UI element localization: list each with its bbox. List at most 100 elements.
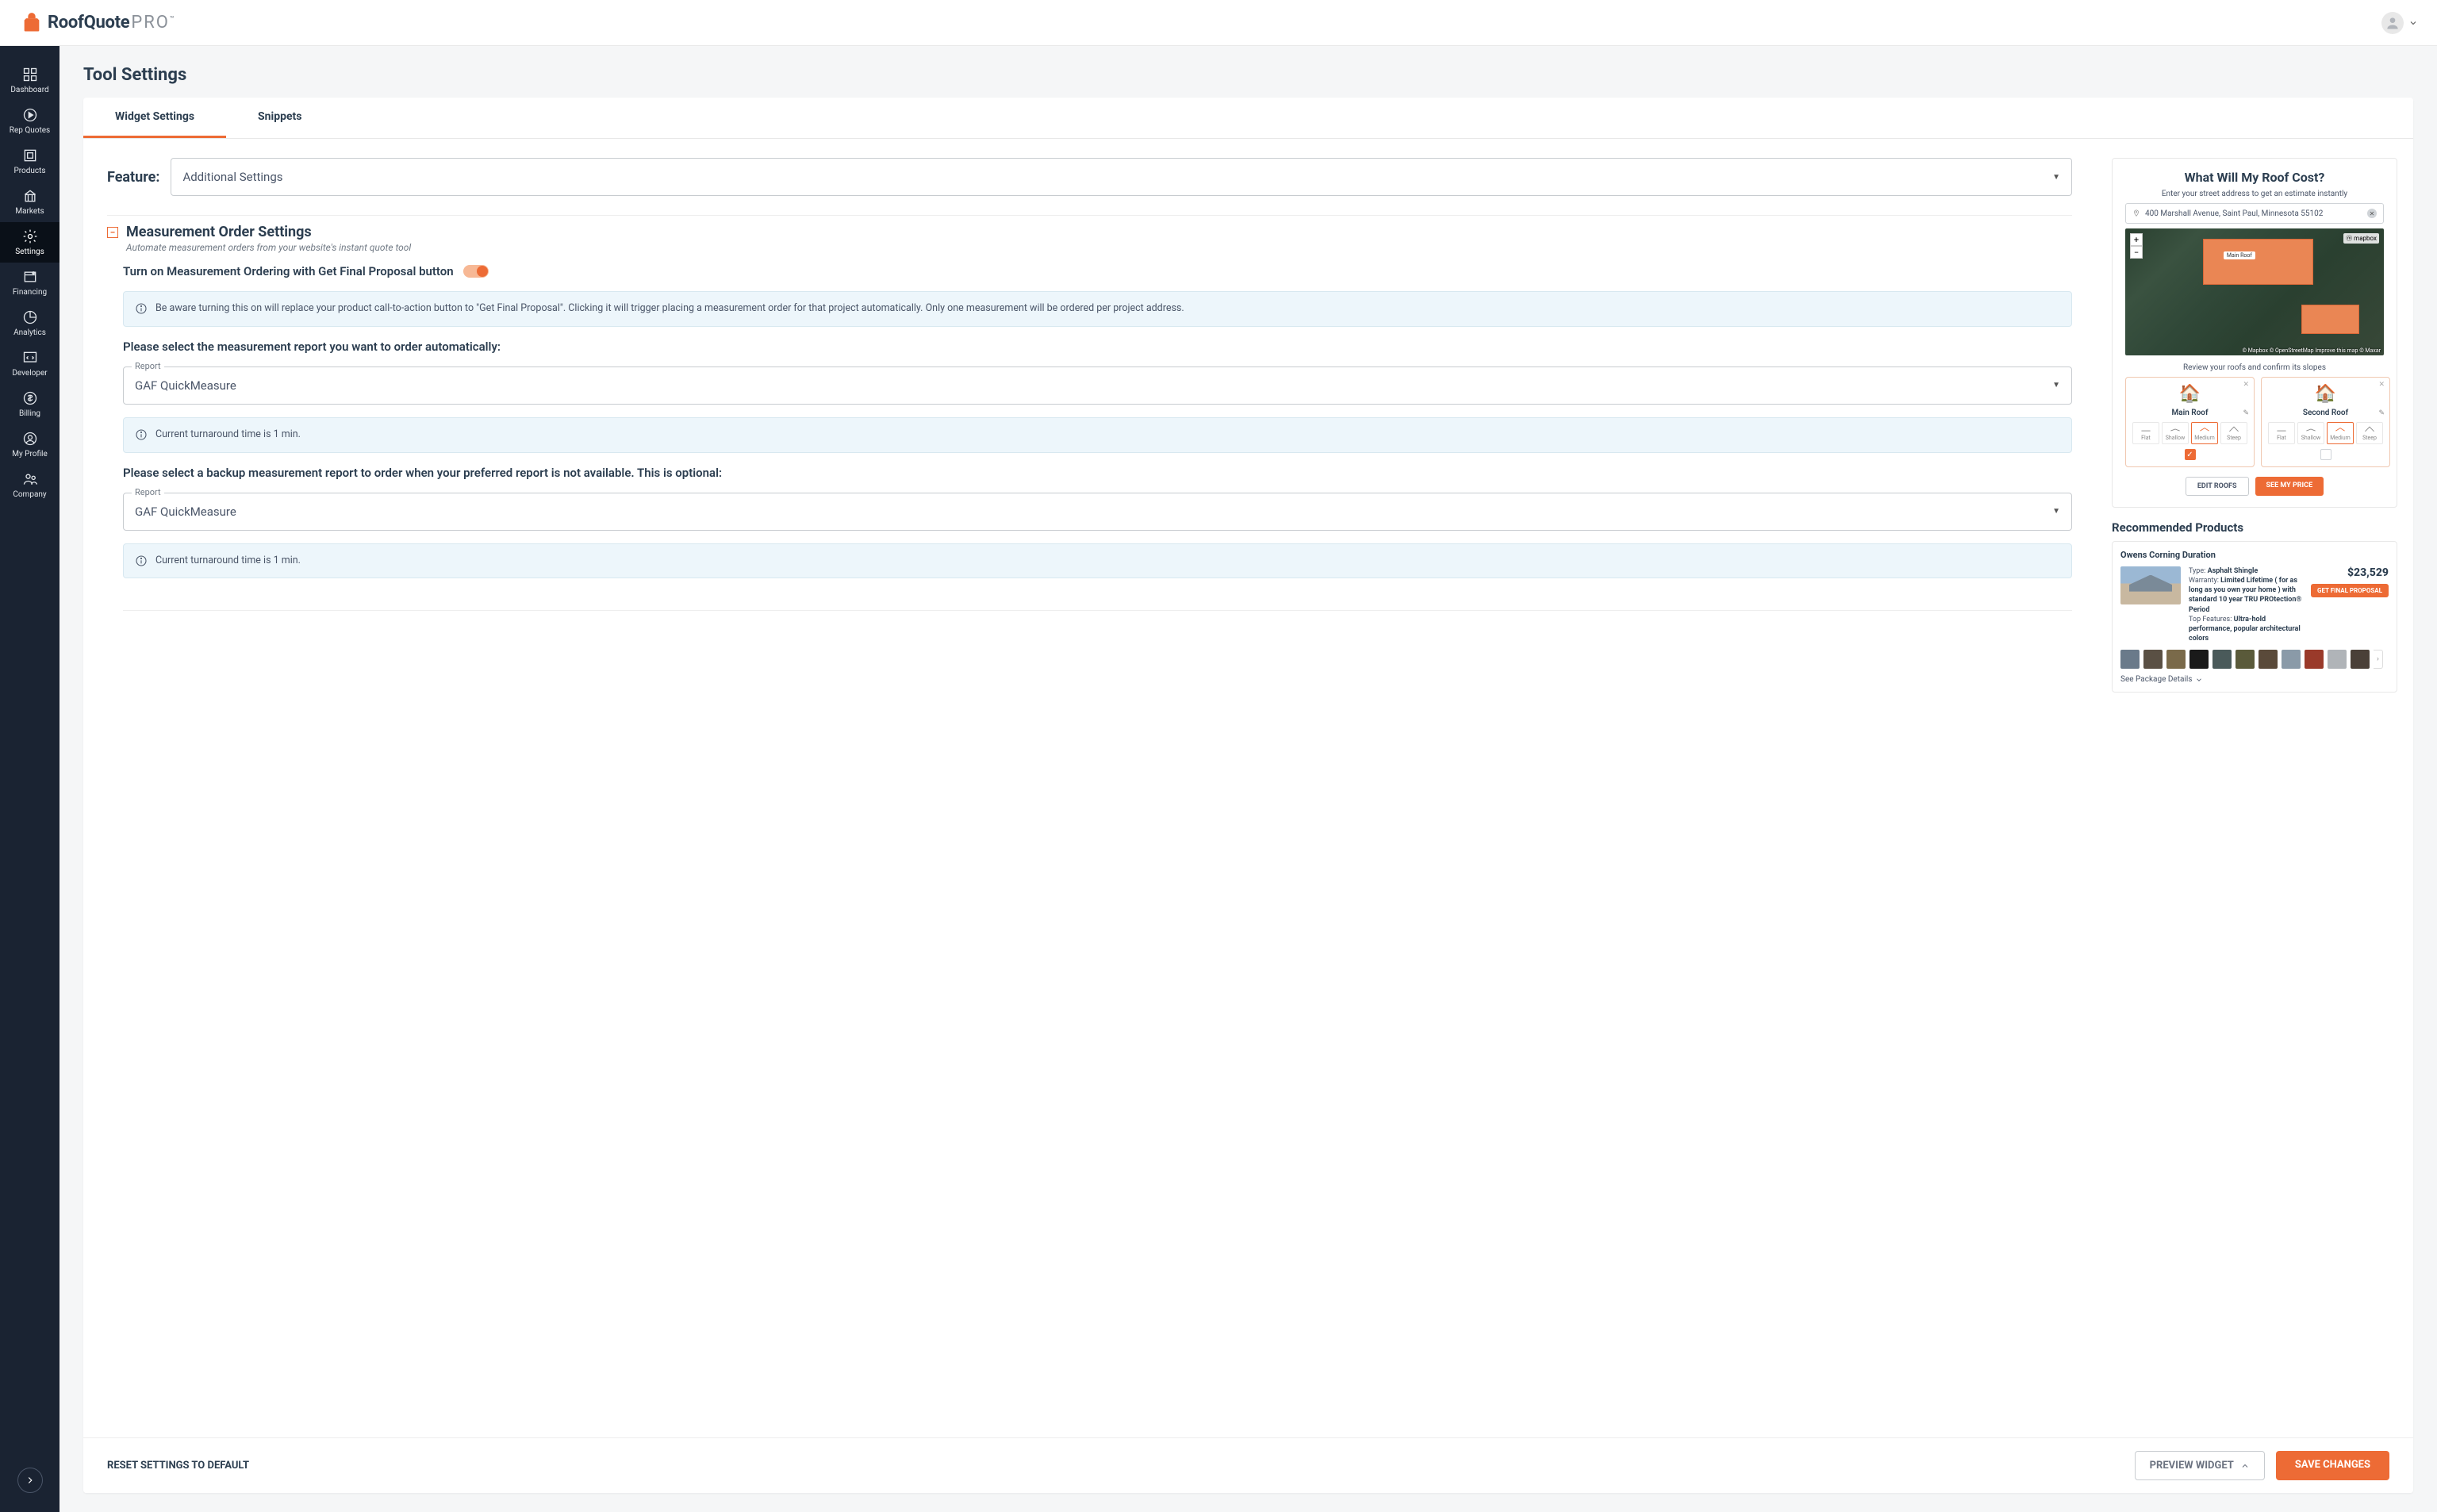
section-subtitle: Automate measurement orders from your we… (126, 242, 2072, 253)
feature-label: Feature: (107, 169, 159, 186)
backup-report-label: Please select a backup measurement repor… (123, 466, 2072, 480)
sidebar: Dashboard Rep Quotes Products Markets Se… (0, 46, 59, 1512)
sidebar-item-products[interactable]: Products (0, 141, 59, 182)
product-image (2120, 566, 2181, 604)
sidebar-item-company[interactable]: Company (0, 465, 59, 505)
sidebar-item-markets[interactable]: Markets (0, 182, 59, 222)
slope-flat[interactable]: Flat (2268, 422, 2295, 444)
page-title: Tool Settings (83, 65, 2413, 85)
reset-settings-button[interactable]: RESET SETTINGS TO DEFAULT (107, 1460, 249, 1472)
color-swatch[interactable] (2120, 650, 2140, 669)
info-icon (135, 428, 148, 441)
chevron-up-icon (2240, 1461, 2250, 1471)
section-title: Measurement Order Settings (126, 224, 2072, 240)
chevron-down-icon: ▼ (2052, 507, 2060, 516)
slope-steep[interactable]: Steep (2356, 422, 2383, 444)
section-collapse-toggle[interactable]: − (107, 227, 118, 238)
color-swatch[interactable] (2282, 650, 2301, 669)
roof-checkbox[interactable] (2320, 449, 2331, 460)
widget-title: What Will My Roof Cost? (2185, 170, 2325, 185)
map-zoom-out[interactable]: − (2130, 246, 2143, 259)
primary-turnaround-info: Current turnaround time is 1 min. (123, 417, 2072, 453)
slope-shallow[interactable]: Shallow (2297, 422, 2324, 444)
ordering-info-alert: Be aware turning this on will replace yo… (123, 291, 2072, 327)
color-swatch[interactable] (2143, 650, 2163, 669)
roof-card-main: ✕ 🏠 Main Roof ✎ Flat Shallow Medium Stee… (2125, 377, 2255, 467)
see-my-price-button[interactable]: SEE MY PRICE (2255, 477, 2324, 496)
swatch-next-button[interactable]: › (2374, 650, 2383, 669)
sidebar-item-billing[interactable]: Billing (0, 384, 59, 424)
top-header: RoofQuotePRO™ (0, 0, 2437, 46)
roof-checkbox[interactable]: ✓ (2185, 449, 2196, 460)
roof-card-second: ✕ 🏠 Second Roof ✎ Flat Shallow Medium St… (2261, 377, 2390, 467)
footer-bar: RESET SETTINGS TO DEFAULT PREVIEW WIDGET… (83, 1437, 2413, 1493)
house-icon: 🏠 (2315, 384, 2336, 404)
primary-report-select[interactable]: Report GAF QuickMeasure ▼ (123, 366, 2072, 405)
slope-flat[interactable]: Flat (2132, 422, 2159, 444)
sidebar-item-my-profile[interactable]: My Profile (0, 424, 59, 465)
avatar-icon (2381, 12, 2404, 34)
preview-column: What Will My Roof Cost? Enter your stree… (2096, 139, 2413, 1437)
user-menu[interactable] (2381, 12, 2418, 34)
roof-card-close[interactable]: ✕ (2378, 381, 2385, 389)
color-swatch[interactable] (2212, 650, 2232, 669)
tabs: Widget Settings Snippets (83, 98, 2413, 139)
color-swatch[interactable] (2351, 650, 2370, 669)
tab-widget-settings[interactable]: Widget Settings (83, 98, 226, 138)
recommended-title: Recommended Products (2112, 520, 2397, 535)
roof-card-close[interactable]: ✕ (2243, 381, 2249, 389)
slope-medium[interactable]: Medium (2327, 422, 2354, 444)
sidebar-item-financing[interactable]: Financing (0, 263, 59, 303)
color-swatch[interactable] (2259, 650, 2278, 669)
ordering-toggle-label: Turn on Measurement Ordering with Get Fi… (123, 264, 454, 278)
clear-address-button[interactable]: ✕ (2367, 209, 2377, 218)
settings-card: Widget Settings Snippets Feature: Additi… (83, 98, 2413, 1493)
slope-shallow[interactable]: Shallow (2162, 422, 2189, 444)
product-meta: Type: Asphalt Shingle Warranty: Limited … (2189, 566, 2303, 643)
sidebar-item-dashboard[interactable]: Dashboard (0, 60, 59, 101)
roof-tag-second[interactable]: Second Roof (2312, 315, 2350, 323)
ordering-toggle[interactable] (463, 265, 489, 278)
get-final-proposal-button[interactable]: GET FINAL PROPOSAL (2311, 584, 2389, 597)
slope-medium[interactable]: Medium (2191, 422, 2218, 444)
sidebar-item-settings[interactable]: Settings (0, 222, 59, 263)
color-swatch[interactable] (2236, 650, 2255, 669)
review-roofs-label: Review your roofs and confirm its slopes (2183, 363, 2326, 372)
color-swatches: › (2120, 650, 2389, 669)
pin-icon (2132, 209, 2140, 217)
backup-report-select[interactable]: Report GAF QuickMeasure ▼ (123, 493, 2072, 531)
feature-select[interactable]: Additional Settings ▼ (171, 158, 2072, 196)
logo-text: RoofQuotePRO™ (48, 13, 174, 33)
color-swatch[interactable] (2166, 650, 2186, 669)
package-details-link[interactable]: See Package Details (2120, 675, 2389, 684)
color-swatch[interactable] (2328, 650, 2347, 669)
sidebar-item-analytics[interactable]: Analytics (0, 303, 59, 343)
house-icon: 🏠 (2179, 384, 2201, 404)
tab-snippets[interactable]: Snippets (226, 98, 333, 138)
product-name: Owens Corning Duration (2120, 550, 2389, 560)
roof-tag-main[interactable]: Main Roof (2224, 251, 2255, 259)
info-icon (135, 555, 148, 567)
sidebar-collapse-button[interactable] (17, 1468, 43, 1493)
product-card: Owens Corning Duration Type: Asphalt Shi… (2112, 541, 2397, 693)
map-zoom-in[interactable]: + (2130, 233, 2143, 246)
address-input[interactable]: 400 Marshall Avenue, Saint Paul, Minneso… (2125, 203, 2384, 224)
edit-roofs-button[interactable]: EDIT ROOFS (2186, 477, 2249, 496)
color-swatch[interactable] (2305, 650, 2324, 669)
preview-widget-button[interactable]: PREVIEW WIDGET (2135, 1451, 2265, 1480)
mapbox-logo: ⓜ mapbox (2343, 233, 2379, 244)
edit-icon[interactable]: ✎ (2243, 409, 2249, 417)
slope-steep[interactable]: Steep (2220, 422, 2247, 444)
brand-logo[interactable]: RoofQuotePRO™ (21, 12, 174, 34)
color-swatch[interactable] (2189, 650, 2209, 669)
widget-subtitle: Enter your street address to get an esti… (2162, 190, 2347, 198)
save-changes-button[interactable]: SAVE CHANGES (2276, 1451, 2389, 1480)
chevron-down-icon: ▼ (2052, 381, 2060, 390)
widget-preview: What Will My Roof Cost? Enter your stree… (2112, 158, 2397, 508)
sidebar-item-rep-quotes[interactable]: Rep Quotes (0, 101, 59, 141)
roof-name: Second Roof (2303, 409, 2348, 417)
sidebar-item-developer[interactable]: Developer (0, 343, 59, 384)
roof-name: Main Roof (2171, 409, 2208, 417)
edit-icon[interactable]: ✎ (2378, 409, 2385, 417)
map-view[interactable]: + − ⓜ mapbox Main Roof Second Roof © Map… (2125, 228, 2384, 355)
